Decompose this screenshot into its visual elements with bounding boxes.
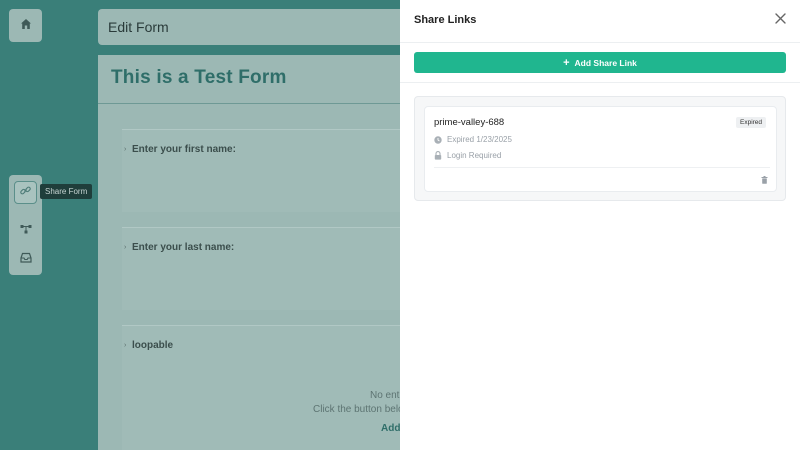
- status-badge: Expired: [736, 117, 767, 128]
- clock-icon: [434, 135, 442, 144]
- share-form-tooltip: Share Form: [40, 184, 93, 199]
- lock-icon: [434, 151, 442, 160]
- empty-state-title: No ent: [370, 390, 400, 401]
- field-label: Enter your last name:: [132, 242, 235, 253]
- empty-state-hint: Click the button belo: [313, 404, 404, 415]
- section-divider: [400, 82, 800, 83]
- inbox-icon: [19, 250, 32, 268]
- plus-icon: +: [563, 56, 570, 69]
- share-link-name: prime-valley-688: [434, 117, 505, 128]
- form-field[interactable]: › loopable: [122, 325, 408, 450]
- card-divider: [434, 167, 770, 168]
- inbox-button[interactable]: [14, 247, 37, 270]
- trash-icon: [761, 171, 768, 189]
- close-button[interactable]: [772, 12, 788, 28]
- add-share-link-label: Add Share Link: [574, 57, 637, 68]
- share-link-icon: [19, 184, 32, 202]
- field-label: loopable: [132, 340, 174, 351]
- form-field[interactable]: › Enter your first name:: [122, 129, 408, 212]
- add-entry-link[interactable]: Add: [381, 423, 400, 434]
- share-form-button[interactable]: [14, 181, 37, 204]
- form-title-divider: [98, 103, 408, 104]
- expiry-text: Expired 1/23/2025: [447, 135, 512, 144]
- page-title: Edit Form: [108, 19, 169, 35]
- drawer-header: Share Links: [400, 0, 800, 43]
- home-icon: [20, 17, 32, 35]
- delete-link-button[interactable]: [759, 175, 769, 185]
- access-text: Login Required: [447, 151, 502, 160]
- workflow-icon: [20, 221, 32, 239]
- caret-icon: ›: [124, 146, 127, 153]
- expiry-row: Expired 1/23/2025: [434, 135, 512, 144]
- page-header: Edit Form: [98, 9, 418, 45]
- caret-icon: ›: [124, 342, 127, 349]
- form-field[interactable]: › Enter your last name:: [122, 227, 408, 310]
- field-label: Enter your first name:: [132, 144, 236, 155]
- add-share-link-button[interactable]: + Add Share Link: [414, 52, 786, 73]
- home-button[interactable]: [9, 9, 42, 42]
- share-links-drawer: Share Links + Add Share Link prime-valle…: [400, 0, 800, 450]
- share-link-card[interactable]: prime-valley-688 Expired Expired 1/23/20…: [424, 106, 777, 192]
- form-panel: This is a Test Form › Enter your first n…: [98, 55, 408, 450]
- access-row: Login Required: [434, 151, 501, 160]
- side-toolbar: [9, 175, 42, 275]
- form-title: This is a Test Form: [111, 67, 287, 88]
- close-icon: [774, 11, 786, 29]
- share-links-list: prime-valley-688 Expired Expired 1/23/20…: [414, 96, 786, 201]
- drawer-title: Share Links: [414, 14, 477, 26]
- caret-icon: ›: [124, 244, 127, 251]
- workflow-button[interactable]: [14, 218, 37, 241]
